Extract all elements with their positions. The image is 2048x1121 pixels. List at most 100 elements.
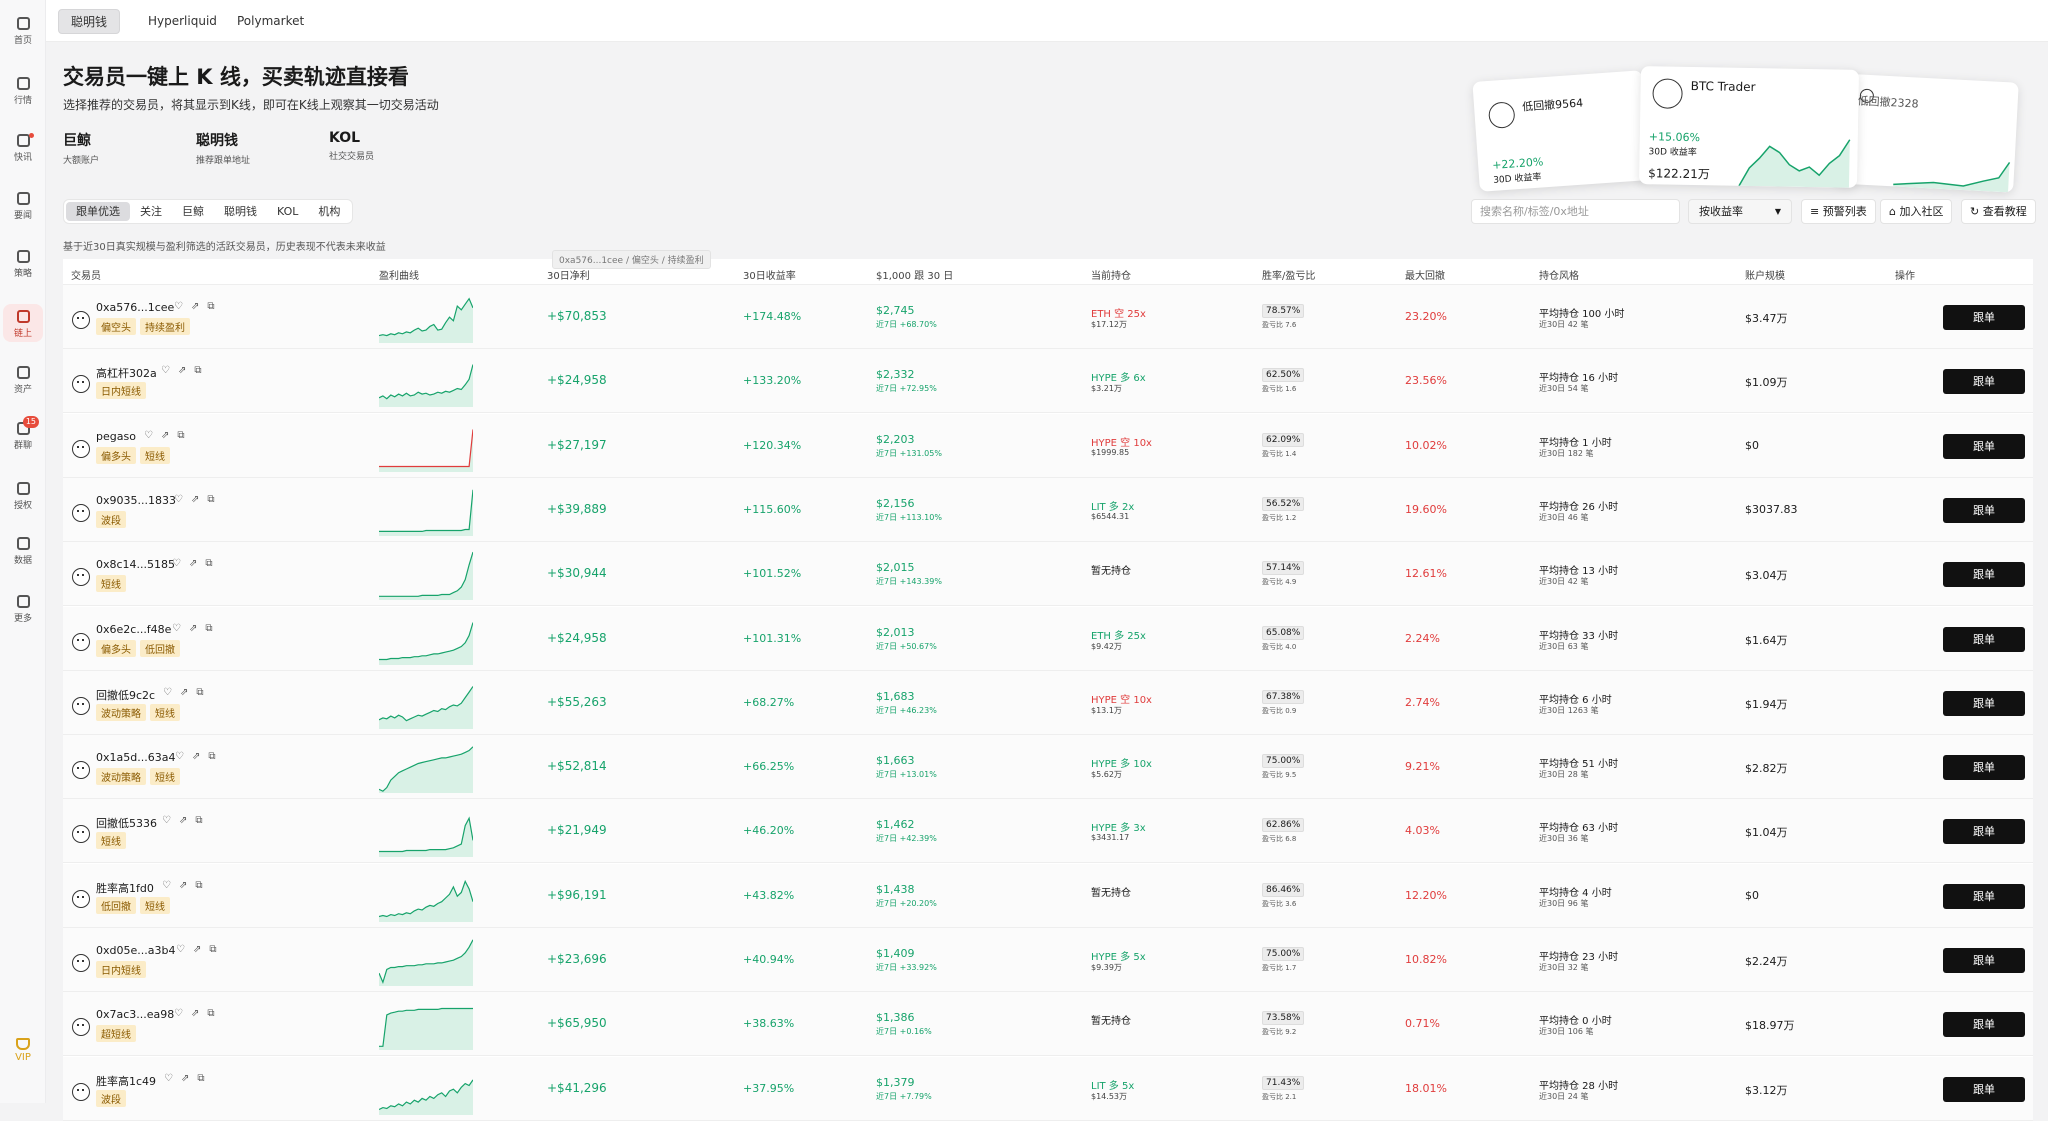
filter-whale[interactable]: 巨鲸 [172, 202, 214, 221]
col-follow-1000[interactable]: $1,000 跟 30 日 [876, 267, 953, 282]
filter-smart-money[interactable]: 聪明钱 [214, 202, 267, 221]
filter-kol[interactable]: KOL [267, 202, 308, 221]
trader-name[interactable]: 胜率高1fd0 [96, 880, 154, 896]
copy-icon[interactable]: ⧉ [195, 815, 210, 826]
trader-name[interactable]: 回撤低9c2c [96, 687, 155, 703]
trader-name[interactable]: 0x7ac3...ea98 [96, 1008, 174, 1021]
tab-smart-money[interactable]: 聪明钱 [58, 9, 121, 34]
copy-icon[interactable]: ⧉ [196, 687, 211, 698]
follow-button[interactable]: 跟单 [1943, 1012, 2025, 1038]
table-row[interactable]: 回撤低9c2c ♡⇗⧉ 波动策略 短线 +$55,263 +68.27% $1,683 近7日… [63, 670, 2033, 735]
col-size[interactable]: 账户规模 [1745, 267, 1785, 282]
follow-button[interactable]: 跟单 [1943, 369, 2025, 395]
heart-icon[interactable]: ♡ [144, 430, 161, 441]
trader-name[interactable]: 0xd05e...a3b4 [96, 944, 175, 957]
trader-name[interactable]: 高杠杆302a [96, 365, 157, 381]
share-icon[interactable]: ⇗ [161, 430, 177, 441]
copy-icon[interactable]: ⧉ [195, 880, 210, 891]
filter-followed[interactable]: 关注 [130, 202, 172, 221]
trader-card[interactable]: 低回撤9564 +22.20% 30D 收益率 [1472, 70, 1650, 192]
share-icon[interactable]: ⇗ [179, 880, 195, 891]
copy-icon[interactable]: ⧉ [197, 1073, 212, 1084]
table-row[interactable]: 0x8c14...5185 ♡⇗⧉ 短线 +$30,944 +101.52% $2,015… [63, 542, 2033, 607]
follow-button[interactable]: 跟单 [1943, 497, 2025, 523]
heart-icon[interactable]: ♡ [163, 687, 180, 698]
col-winrate[interactable]: 胜率/盈亏比 [1262, 267, 1315, 282]
tab-polymarket[interactable]: Polymarket [225, 9, 316, 34]
table-row[interactable]: 0x1a5d...63a4 ♡⇗⧉ 波动策略 短线 +$52,814 +66.25% $1,… [63, 735, 2033, 800]
table-row[interactable]: 0xd05e...a3b4 ♡⇗⧉ 日内短线 +$23,696 +40.94% $1,40… [63, 928, 2033, 992]
follow-button[interactable]: 跟单 [1943, 690, 2025, 716]
trader-name[interactable]: 0xa576...1cee [96, 301, 174, 314]
trader-card-featured[interactable]: BTC Trader +15.06% 30D 收益率 $122.21万 [1638, 66, 1860, 188]
table-row[interactable]: 0x6e2c...f48e ♡⇗⧉ 偏多头 低回撤 +$24,958 +101.31% $2… [63, 606, 2033, 671]
tutorial-button[interactable]: ↻ 查看教程 [1961, 199, 2036, 224]
trader-name[interactable]: pegaso [96, 430, 136, 443]
heart-icon[interactable]: ♡ [161, 365, 178, 376]
table-row[interactable]: 0xa576...1cee ♡⇗⧉ 偏空头 持续盈利 +$70,853 +174.48% $… [63, 285, 2033, 349]
sidebar-item-7[interactable]: 群聊 15 [0, 416, 46, 451]
heart-icon[interactable]: ♡ [174, 494, 191, 505]
heart-icon[interactable]: ♡ [175, 751, 192, 762]
table-row[interactable]: 胜率高1c49 ♡⇗⧉ 波段 +$41,296 +37.95% $1,379 近7日 +7.… [63, 1056, 2033, 1121]
sidebar-item-2[interactable]: 快讯 [0, 133, 46, 163]
follow-button[interactable]: 跟单 [1943, 626, 2025, 652]
share-icon[interactable]: ⇗ [192, 751, 208, 762]
trader-name[interactable]: 0x1a5d...63a4 [96, 751, 175, 764]
share-icon[interactable]: ⇗ [191, 1008, 207, 1019]
join-community-button[interactable]: ⌂ 加入社区 [1880, 199, 1953, 224]
copy-icon[interactable]: ⧉ [177, 430, 192, 441]
share-icon[interactable]: ⇗ [191, 301, 207, 312]
category-kol[interactable]: KOL 社交交易员 [329, 130, 374, 162]
heart-icon[interactable]: ♡ [172, 558, 189, 569]
category-smart-money[interactable]: 聪明钱 推荐跟单地址 [196, 130, 250, 166]
follow-button[interactable]: 跟单 [1943, 562, 2025, 588]
col-drawdown[interactable]: 最大回撤 [1405, 267, 1445, 282]
sidebar-item-1[interactable]: 行情 [0, 77, 46, 106]
trader-card[interactable]: 低回撤2328 [1833, 73, 2019, 193]
sidebar-item-10[interactable]: 更多 [0, 595, 46, 624]
col-30d-pnl[interactable]: 30日净利 [547, 267, 590, 282]
follow-button[interactable]: 跟单 [1943, 819, 2025, 845]
trader-name[interactable]: 0x6e2c...f48e [96, 623, 171, 636]
table-row[interactable]: 胜率高1fd0 ♡⇗⧉ 低回撤 短线 +$96,191 +43.82% $1,438 近7日 … [63, 863, 2033, 928]
sidebar-item-3[interactable]: 要闻 [0, 192, 46, 221]
trader-name[interactable]: 回撤低5336 [96, 815, 157, 831]
search-input[interactable]: 搜索名称/标签/0x地址 [1471, 199, 1680, 224]
copy-icon[interactable]: ⧉ [209, 944, 224, 955]
copy-icon[interactable]: ⧉ [208, 751, 223, 762]
copy-icon[interactable]: ⧉ [205, 558, 220, 569]
trader-name[interactable]: 0x9035...1833 [96, 494, 176, 507]
follow-button[interactable]: 跟单 [1943, 883, 2025, 909]
sidebar-item-0[interactable]: 首页 [0, 17, 46, 46]
copy-icon[interactable]: ⧉ [205, 623, 220, 634]
heart-icon[interactable]: ♡ [174, 1008, 191, 1019]
table-row[interactable]: 高杠杆302a ♡⇗⧉ 日内短线 +$24,958 +133.20% $2,332 近7日 … [63, 349, 2033, 414]
share-icon[interactable]: ⇗ [189, 623, 205, 634]
follow-button[interactable]: 跟单 [1943, 305, 2025, 330]
sidebar-item-8[interactable]: 授权 [0, 482, 46, 511]
sidebar-item-9[interactable]: 数据 [0, 537, 46, 566]
sidebar-item-5[interactable]: 链上 [3, 304, 43, 342]
copy-icon[interactable]: ⧉ [207, 494, 222, 505]
share-icon[interactable]: ⇗ [178, 365, 194, 376]
sidebar-item-4[interactable]: 策略 [0, 250, 46, 279]
filter-preferred[interactable]: 跟单优选 [66, 202, 130, 221]
copy-icon[interactable]: ⧉ [194, 365, 209, 376]
share-icon[interactable]: ⇗ [189, 558, 205, 569]
share-icon[interactable]: ⇗ [181, 1073, 197, 1084]
follow-button[interactable]: 跟单 [1943, 1076, 2025, 1102]
sidebar-item-6[interactable]: 资产 [0, 366, 46, 395]
heart-icon[interactable]: ♡ [162, 815, 179, 826]
follow-button[interactable]: 跟单 [1943, 755, 2025, 781]
heart-icon[interactable]: ♡ [176, 944, 193, 955]
share-icon[interactable]: ⇗ [180, 687, 196, 698]
table-row[interactable]: 回撤低5336 ♡⇗⧉ 短线 +$21,949 +46.20% $1,462 近7日 +42… [63, 799, 2033, 864]
share-icon[interactable]: ⇗ [179, 815, 195, 826]
share-icon[interactable]: ⇗ [191, 494, 207, 505]
table-row[interactable]: 0x7ac3...ea98 ♡⇗⧉ 超短线 +$65,950 +38.63% $1,386… [63, 992, 2033, 1057]
sort-select[interactable]: 按收益率 ▼ [1688, 199, 1792, 224]
col-30d-return[interactable]: 30日收益率 [743, 267, 796, 282]
heart-icon[interactable]: ♡ [174, 301, 191, 312]
vip-button[interactable]: VIP [0, 1038, 46, 1063]
